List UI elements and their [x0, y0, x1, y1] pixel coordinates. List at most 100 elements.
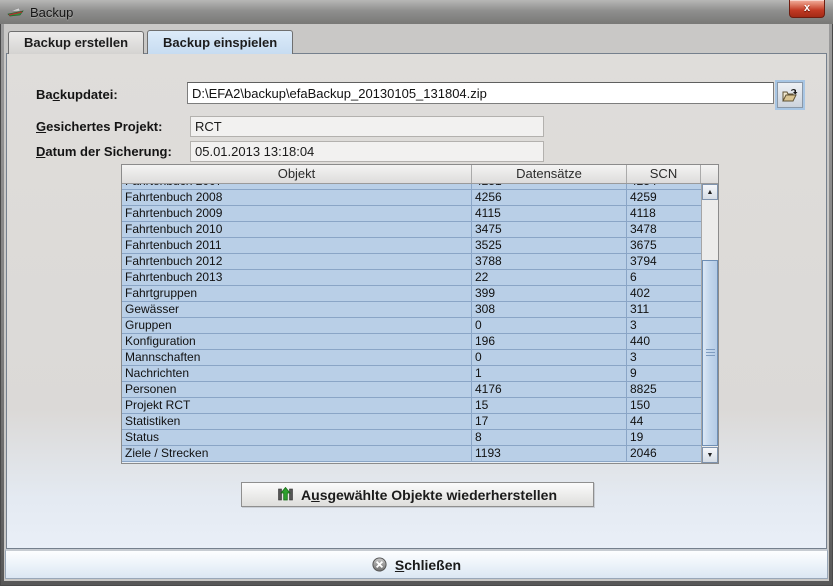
- table-row[interactable]: Personen41768825: [122, 382, 701, 398]
- table-cell-scn: 3675: [627, 238, 701, 254]
- table-row[interactable]: Fahrtgruppen399402: [122, 286, 701, 302]
- table-row[interactable]: Gewässer308311: [122, 302, 701, 318]
- table-cell-datensaetze: 22: [472, 270, 627, 286]
- table-cell-scn: 2046: [627, 446, 701, 462]
- table-row[interactable]: Gruppen03: [122, 318, 701, 334]
- table-cell-scn: 3478: [627, 222, 701, 238]
- table-cell-scn: 4118: [627, 206, 701, 222]
- column-header-datensaetze[interactable]: Datensätze: [472, 165, 627, 183]
- tab-bar: Backup erstellen Backup einspielen: [8, 30, 293, 54]
- table-row[interactable]: Mannschaften03: [122, 350, 701, 366]
- restore-icon: [278, 487, 293, 502]
- table-cell-scn: 440: [627, 334, 701, 350]
- table-cell-datensaetze: 3525: [472, 238, 627, 254]
- schliessen-button-label: Schließen: [395, 557, 461, 573]
- table-row[interactable]: Fahrtenbuch 200941154118: [122, 206, 701, 222]
- table-cell-objekt: Mannschaften: [122, 350, 472, 366]
- table-cell-scn: 3: [627, 318, 701, 334]
- table-cell-objekt: Fahrtenbuch 2008: [122, 190, 472, 206]
- table-cell-objekt: Gruppen: [122, 318, 472, 334]
- tab-panel: Backupdatei: Gesichertes Projekt: RCT Da…: [6, 53, 827, 549]
- table-row[interactable]: Projekt RCT15150: [122, 398, 701, 414]
- scroll-up-icon: ▲: [707, 189, 714, 196]
- table-row[interactable]: Fahrtenbuch 201135253675: [122, 238, 701, 254]
- tab-backup-erstellen[interactable]: Backup erstellen: [8, 31, 144, 54]
- table-cell-datensaetze: 1: [472, 366, 627, 382]
- table-cell-scn: 8825: [627, 382, 701, 398]
- open-folder-icon: [781, 87, 799, 103]
- scroll-down-button[interactable]: ▼: [702, 447, 718, 463]
- table-row[interactable]: Statistiken1744: [122, 414, 701, 430]
- table-cell-datensaetze: 1193: [472, 446, 627, 462]
- backup-window: Backup x Backup erstellen Backup einspie…: [0, 0, 833, 586]
- table-cell-datensaetze: 3475: [472, 222, 627, 238]
- backupdatei-input[interactable]: [187, 82, 774, 104]
- tab-backup-einspielen[interactable]: Backup einspielen: [147, 30, 293, 54]
- vertical-scrollbar[interactable]: ▲ ▼: [701, 184, 718, 463]
- schliessen-button[interactable]: Schließen: [5, 549, 828, 579]
- table-cell-objekt: Fahrtenbuch 2009: [122, 206, 472, 222]
- table-cell-datensaetze: 0: [472, 350, 627, 366]
- table-header: Objekt Datensätze SCN: [122, 165, 718, 184]
- objects-table: Objekt Datensätze SCN Fahrtenbuch 200742…: [121, 164, 719, 464]
- table-cell-scn: 3794: [627, 254, 701, 270]
- scroll-down-icon: ▼: [707, 452, 714, 459]
- column-header-objekt[interactable]: Objekt: [122, 165, 472, 183]
- titlebar[interactable]: Backup x: [0, 0, 833, 24]
- table-cell-datensaetze: 0: [472, 318, 627, 334]
- table-cell-datensaetze: 8: [472, 430, 627, 446]
- table-cell-scn: 311: [627, 302, 701, 318]
- table-row[interactable]: Status819: [122, 430, 701, 446]
- table-cell-scn: 6: [627, 270, 701, 286]
- window-title: Backup: [30, 5, 73, 20]
- scroll-up-button[interactable]: ▲: [702, 184, 718, 200]
- table-row[interactable]: Fahrtenbuch 201237883794: [122, 254, 701, 270]
- table-row[interactable]: Ziele / Strecken11932046: [122, 446, 701, 462]
- table-cell-objekt: Personen: [122, 382, 472, 398]
- table-cell-scn: 9: [627, 366, 701, 382]
- backupdatei-label: Backupdatei:: [36, 87, 118, 102]
- datum-der-sicherung-field[interactable]: 05.01.2013 13:18:04: [190, 141, 544, 162]
- table-cell-datensaetze: 3788: [472, 254, 627, 270]
- table-cell-datensaetze: 308: [472, 302, 627, 318]
- close-icon: x: [804, 3, 810, 14]
- table-body: Fahrtenbuch 200742514254Fahrtenbuch 2008…: [122, 184, 701, 463]
- scrollbar-thumb[interactable]: [702, 260, 718, 446]
- restore-button[interactable]: Ausgewählte Objekte wiederherstellen: [241, 482, 594, 507]
- table-cell-scn: 4259: [627, 190, 701, 206]
- table-cell-objekt: Gewässer: [122, 302, 472, 318]
- table-row[interactable]: Konfiguration196440: [122, 334, 701, 350]
- table-cell-objekt: Ziele / Strecken: [122, 446, 472, 462]
- column-header-scn[interactable]: SCN: [627, 165, 701, 183]
- table-cell-datensaetze: 15: [472, 398, 627, 414]
- table-row[interactable]: Fahrtenbuch 200842564259: [122, 190, 701, 206]
- table-cell-objekt: Nachrichten: [122, 366, 472, 382]
- browse-button[interactable]: [777, 82, 803, 108]
- table-cell-datensaetze: 17: [472, 414, 627, 430]
- table-cell-datensaetze: 4115: [472, 206, 627, 222]
- app-icon: [7, 5, 24, 19]
- table-cell-datensaetze: 4256: [472, 190, 627, 206]
- gesichertes-projekt-label: Gesichertes Projekt:: [36, 119, 162, 134]
- table-cell-datensaetze: 399: [472, 286, 627, 302]
- table-cell-objekt: Projekt RCT: [122, 398, 472, 414]
- schliessen-icon: [372, 557, 387, 572]
- table-cell-objekt: Fahrtgruppen: [122, 286, 472, 302]
- gesichertes-projekt-field[interactable]: RCT: [190, 116, 544, 137]
- restore-button-label: Ausgewählte Objekte wiederherstellen: [301, 487, 557, 503]
- table-cell-scn: 19: [627, 430, 701, 446]
- table-cell-datensaetze: 196: [472, 334, 627, 350]
- scrollbar-track[interactable]: [702, 200, 718, 447]
- client-area: Backup erstellen Backup einspielen Backu…: [4, 24, 829, 581]
- table-cell-objekt: Fahrtenbuch 2012: [122, 254, 472, 270]
- close-button[interactable]: x: [789, 0, 825, 18]
- table-cell-datensaetze: 4176: [472, 382, 627, 398]
- table-row[interactable]: Fahrtenbuch 2013226: [122, 270, 701, 286]
- table-cell-scn: 3: [627, 350, 701, 366]
- table-cell-objekt: Fahrtenbuch 2011: [122, 238, 472, 254]
- table-cell-objekt: Konfiguration: [122, 334, 472, 350]
- table-cell-objekt: Statistiken: [122, 414, 472, 430]
- table-row[interactable]: Nachrichten19: [122, 366, 701, 382]
- table-cell-scn: 402: [627, 286, 701, 302]
- table-row[interactable]: Fahrtenbuch 201034753478: [122, 222, 701, 238]
